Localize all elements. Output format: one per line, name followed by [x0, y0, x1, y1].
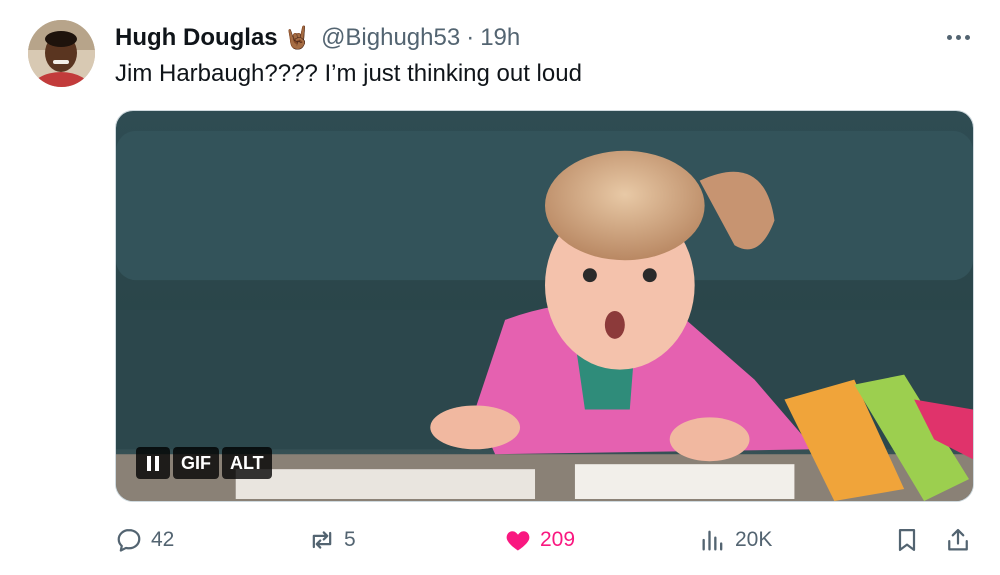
repost-count: 5 [344, 528, 356, 551]
tweet-action-bar: 42 5 209 20K [0, 520, 1000, 560]
rock-on-hand-icon: 🤘🏾 [283, 25, 312, 50]
reply-button[interactable]: 42 [115, 520, 174, 560]
media-badges: GIF ALT [136, 447, 272, 479]
like-button[interactable]: 209 [504, 520, 575, 560]
pause-icon [155, 455, 159, 471]
tweet-header: Hugh Douglas 🤘🏾 @Bighugh53 · 19h [115, 22, 520, 54]
bookmark-icon [898, 528, 916, 552]
views-bar-chart-icon [702, 530, 723, 551]
more-options-button[interactable] [940, 22, 976, 52]
more-dot-icon [946, 34, 952, 40]
more-dot-icon [955, 34, 961, 40]
more-dot-icon [964, 34, 970, 40]
alt-text-button[interactable]: ALT [222, 447, 272, 479]
author-display-name[interactable]: Hugh Douglas [115, 24, 278, 52]
repost-button[interactable]: 5 [308, 520, 356, 560]
author-avatar[interactable] [28, 20, 95, 87]
like-count: 209 [540, 528, 576, 551]
gif-badge: GIF [173, 447, 219, 479]
reply-count: 42 [151, 528, 175, 551]
view-count: 20K [735, 528, 773, 551]
heart-filled-icon [506, 531, 530, 551]
pause-icon [147, 455, 151, 471]
meta-separator: · [466, 24, 475, 51]
share-upload-icon [948, 528, 968, 551]
author-handle[interactable]: @Bighugh53 [321, 24, 460, 52]
share-button[interactable] [944, 520, 972, 560]
tweet-gif-media[interactable] [115, 110, 974, 502]
reply-icon [117, 528, 141, 552]
tweet-timestamp[interactable]: 19h [480, 24, 520, 52]
pause-button[interactable] [136, 447, 170, 479]
tweet-text: Jim Harbaugh???? I’m just thinking out l… [115, 60, 582, 87]
bookmark-button[interactable] [893, 520, 921, 560]
views-button[interactable]: 20K [699, 520, 772, 560]
repost-icon [312, 531, 332, 549]
